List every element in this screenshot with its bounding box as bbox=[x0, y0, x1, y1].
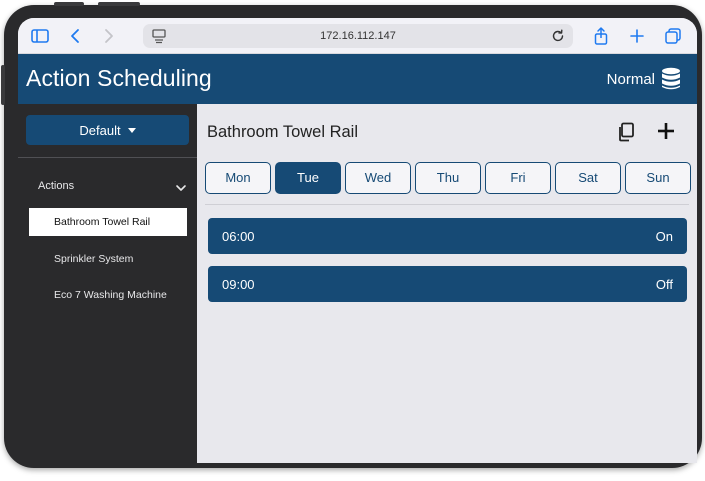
profile-dropdown-button[interactable]: Default bbox=[26, 115, 189, 145]
caret-down-icon bbox=[127, 127, 136, 133]
tabs-divider bbox=[205, 204, 689, 205]
sidebar-toggle-icon[interactable] bbox=[30, 26, 50, 46]
new-tab-icon[interactable] bbox=[627, 26, 647, 46]
page-title: Action Scheduling bbox=[26, 65, 212, 91]
schedule-state: Off bbox=[655, 277, 673, 292]
schedule-time: 09:00 bbox=[222, 277, 255, 292]
actions-section-label: Actions bbox=[38, 180, 75, 192]
sidebar-item-sprinkler-system[interactable]: Sprinkler System bbox=[29, 245, 187, 273]
tab-mon[interactable]: Mon bbox=[205, 162, 271, 194]
mode-label: Normal bbox=[606, 70, 655, 88]
tab-thu[interactable]: Thu bbox=[415, 162, 481, 194]
url-text: 172.16.112.147 bbox=[320, 30, 396, 42]
forward-icon[interactable] bbox=[98, 26, 118, 46]
tablet-top-button bbox=[54, 2, 84, 6]
database-icon bbox=[661, 67, 681, 91]
share-icon[interactable] bbox=[591, 26, 611, 46]
sidebar: Default Actions Bathroom Towel Rail Spri… bbox=[18, 104, 197, 463]
profile-dropdown-label: Default bbox=[79, 122, 121, 138]
tab-wed[interactable]: Wed bbox=[345, 162, 411, 194]
address-bar[interactable]: 172.16.112.147 bbox=[143, 24, 573, 48]
schedule-state: On bbox=[655, 229, 673, 244]
tab-sun[interactable]: Sun bbox=[625, 162, 691, 194]
tablet-top-button-2 bbox=[98, 2, 140, 6]
tab-tue[interactable]: Tue bbox=[275, 162, 341, 194]
schedule-time: 06:00 bbox=[222, 229, 255, 244]
mode-indicator[interactable]: Normal bbox=[607, 66, 681, 92]
schedule-row[interactable]: 06:00 On bbox=[208, 218, 687, 254]
sidebar-divider bbox=[18, 157, 197, 158]
actions-section-header[interactable]: Actions bbox=[18, 172, 197, 202]
tablet-side-button bbox=[1, 65, 5, 105]
sidebar-item-bathroom-towel-rail[interactable]: Bathroom Towel Rail bbox=[29, 208, 187, 236]
action-title: Bathroom Towel Rail bbox=[207, 123, 359, 141]
back-icon[interactable] bbox=[66, 26, 86, 46]
schedule-row[interactable]: 09:00 Off bbox=[208, 266, 687, 302]
tabs-overview-icon[interactable] bbox=[663, 26, 683, 46]
tab-fri[interactable]: Fri bbox=[485, 162, 551, 194]
tab-sat[interactable]: Sat bbox=[555, 162, 621, 194]
copy-icon[interactable] bbox=[615, 121, 637, 143]
chevron-down-icon bbox=[175, 181, 187, 193]
add-schedule-icon[interactable] bbox=[655, 120, 677, 142]
sidebar-item-eco7-washing-machine[interactable]: Eco 7 Washing Machine bbox=[29, 281, 187, 309]
main-panel: Bathroom Towel Rail Mon Tue Wed Thu Fri … bbox=[197, 104, 697, 463]
app-header: Action Scheduling Normal bbox=[18, 54, 697, 104]
reload-icon[interactable] bbox=[550, 28, 566, 44]
tablet-frame: 172.16.112.147 Action Scheduling Normal bbox=[1, 2, 702, 468]
screen: 172.16.112.147 Action Scheduling Normal bbox=[18, 18, 697, 463]
browser-toolbar: 172.16.112.147 bbox=[18, 18, 697, 54]
